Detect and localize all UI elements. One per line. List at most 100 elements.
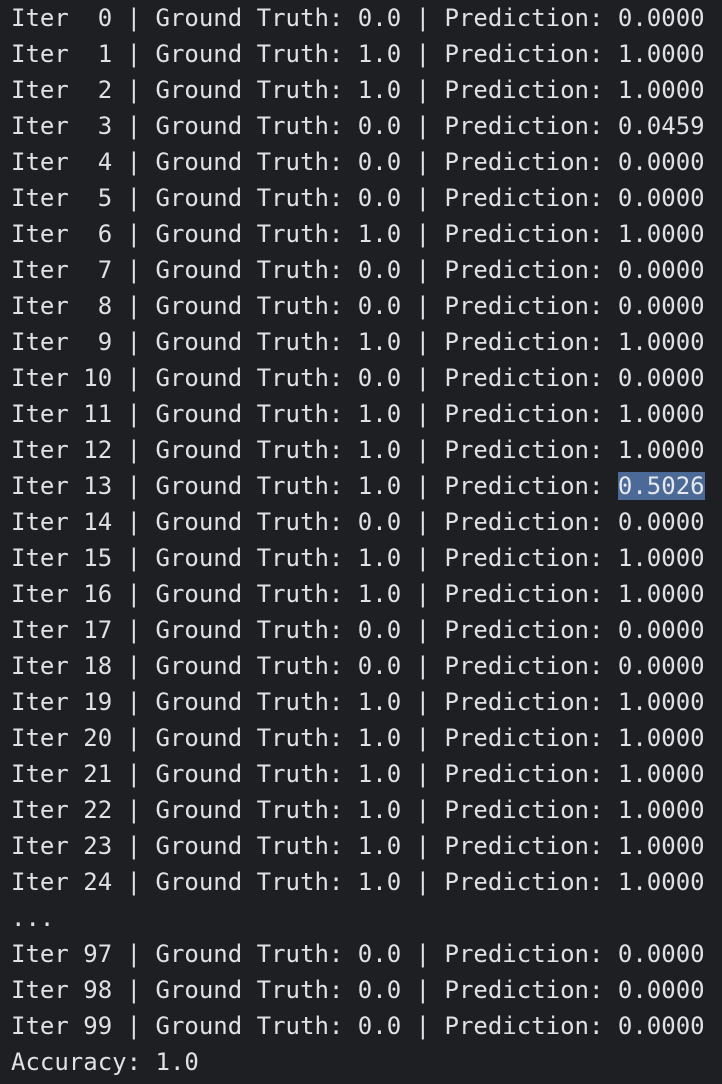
iter-number: 6 (83, 220, 113, 248)
prediction-label: | Prediction: (401, 832, 618, 860)
ground-truth-value: 0.0 (357, 976, 402, 1004)
ground-truth-value: 1.0 (357, 328, 402, 356)
iter-number: 7 (83, 256, 113, 284)
iter-label: Iter (11, 868, 84, 896)
ground-truth-value: 1.0 (357, 436, 402, 464)
ground-truth-label: | Ground Truth: (112, 112, 358, 140)
iter-number: 0 (83, 4, 113, 32)
iter-number: 5 (83, 184, 113, 212)
iter-label: Iter (11, 400, 84, 428)
ground-truth-label: | Ground Truth: (112, 400, 358, 428)
prediction-label: | Prediction: (401, 112, 618, 140)
prediction-label: | Prediction: (401, 688, 618, 716)
ground-truth-label: | Ground Truth: (112, 616, 358, 644)
log-line: Iter 5 | Ground Truth: 0.0 | Prediction:… (11, 180, 722, 216)
iter-label: Iter (11, 436, 84, 464)
iter-number: 9 (83, 328, 113, 356)
iter-number: 12 (83, 436, 113, 464)
ground-truth-label: | Ground Truth: (112, 472, 358, 500)
ground-truth-value: 1.0 (357, 472, 402, 500)
prediction-label: | Prediction: (401, 472, 618, 500)
log-line: Iter 3 | Ground Truth: 0.0 | Prediction:… (11, 108, 722, 144)
ground-truth-label: | Ground Truth: (112, 580, 358, 608)
prediction-value: 0.0000 (617, 616, 705, 644)
prediction-label: | Prediction: (401, 544, 618, 572)
log-line: Iter 97 | Ground Truth: 0.0 | Prediction… (11, 936, 722, 972)
iter-number: 11 (83, 400, 113, 428)
iter-number: 24 (83, 868, 113, 896)
ground-truth-value: 0.0 (357, 508, 402, 536)
ground-truth-label: | Ground Truth: (112, 1012, 358, 1040)
log-line: Iter 14 | Ground Truth: 0.0 | Prediction… (11, 504, 722, 540)
ground-truth-value: 0.0 (357, 652, 402, 680)
iter-number: 17 (83, 616, 113, 644)
ground-truth-label: | Ground Truth: (112, 4, 358, 32)
ground-truth-value: 1.0 (357, 724, 402, 752)
log-line: Iter 8 | Ground Truth: 0.0 | Prediction:… (11, 288, 722, 324)
iter-label: Iter (11, 148, 84, 176)
log-line: Iter 7 | Ground Truth: 0.0 | Prediction:… (11, 252, 722, 288)
selected-prediction-value[interactable]: 0.5026 (617, 472, 705, 500)
iter-label: Iter (11, 544, 84, 572)
iter-number: 98 (83, 976, 113, 1004)
ground-truth-label: | Ground Truth: (112, 508, 358, 536)
prediction-label: | Prediction: (401, 616, 618, 644)
iter-number: 97 (83, 940, 113, 968)
prediction-label: | Prediction: (401, 148, 618, 176)
iter-label: Iter (11, 4, 84, 32)
prediction-value: 1.0000 (617, 544, 705, 572)
iter-label: Iter (11, 616, 84, 644)
log-line: Iter 2 | Ground Truth: 1.0 | Prediction:… (11, 72, 722, 108)
ground-truth-label: | Ground Truth: (112, 688, 358, 716)
iter-number: 22 (83, 796, 113, 824)
iter-number: 16 (83, 580, 113, 608)
prediction-value: 1.0000 (617, 436, 705, 464)
prediction-value: 1.0000 (617, 40, 705, 68)
iter-label: Iter (11, 580, 84, 608)
prediction-label: | Prediction: (401, 796, 618, 824)
ground-truth-label: | Ground Truth: (112, 40, 358, 68)
ground-truth-label: | Ground Truth: (112, 220, 358, 248)
iter-label: Iter (11, 364, 84, 392)
iter-label: Iter (11, 796, 84, 824)
prediction-value: 0.0000 (617, 976, 705, 1004)
prediction-label: | Prediction: (401, 4, 618, 32)
ground-truth-value: 1.0 (357, 220, 402, 248)
ground-truth-label: | Ground Truth: (112, 868, 358, 896)
prediction-value: 1.0000 (617, 580, 705, 608)
prediction-label: | Prediction: (401, 436, 618, 464)
prediction-label: | Prediction: (401, 184, 618, 212)
iter-label: Iter (11, 688, 84, 716)
prediction-label: | Prediction: (401, 760, 618, 788)
log-line: Iter 24 | Ground Truth: 1.0 | Prediction… (11, 864, 722, 900)
ground-truth-label: | Ground Truth: (112, 292, 358, 320)
ground-truth-value: 0.0 (357, 112, 402, 140)
ground-truth-label: | Ground Truth: (112, 544, 358, 572)
ground-truth-value: 0.0 (357, 256, 402, 284)
log-line: Iter 22 | Ground Truth: 1.0 | Prediction… (11, 792, 722, 828)
prediction-label: | Prediction: (401, 220, 618, 248)
prediction-value: 0.0000 (617, 364, 705, 392)
iter-number: 1 (83, 40, 113, 68)
iter-number: 23 (83, 832, 113, 860)
ground-truth-value: 1.0 (357, 580, 402, 608)
prediction-label: | Prediction: (401, 292, 618, 320)
iter-label: Iter (11, 724, 84, 752)
prediction-label: | Prediction: (401, 364, 618, 392)
iter-label: Iter (11, 40, 84, 68)
log-line: Iter 17 | Ground Truth: 0.0 | Prediction… (11, 612, 722, 648)
ground-truth-value: 0.0 (357, 1012, 402, 1040)
iter-number: 13 (83, 472, 113, 500)
ground-truth-label: | Ground Truth: (112, 652, 358, 680)
iter-number: 3 (83, 112, 113, 140)
prediction-label: | Prediction: (401, 508, 618, 536)
prediction-value: 0.0000 (617, 4, 705, 32)
prediction-value: 0.0000 (617, 1012, 705, 1040)
prediction-value: 1.0000 (617, 760, 705, 788)
ground-truth-value: 0.0 (357, 364, 402, 392)
log-line: Iter 16 | Ground Truth: 1.0 | Prediction… (11, 576, 722, 612)
prediction-value: 1.0000 (617, 328, 705, 356)
log-line: Iter 0 | Ground Truth: 0.0 | Prediction:… (11, 0, 722, 36)
console-output[interactable]: Iter 0 | Ground Truth: 0.0 | Prediction:… (0, 0, 722, 1084)
prediction-label: | Prediction: (401, 652, 618, 680)
